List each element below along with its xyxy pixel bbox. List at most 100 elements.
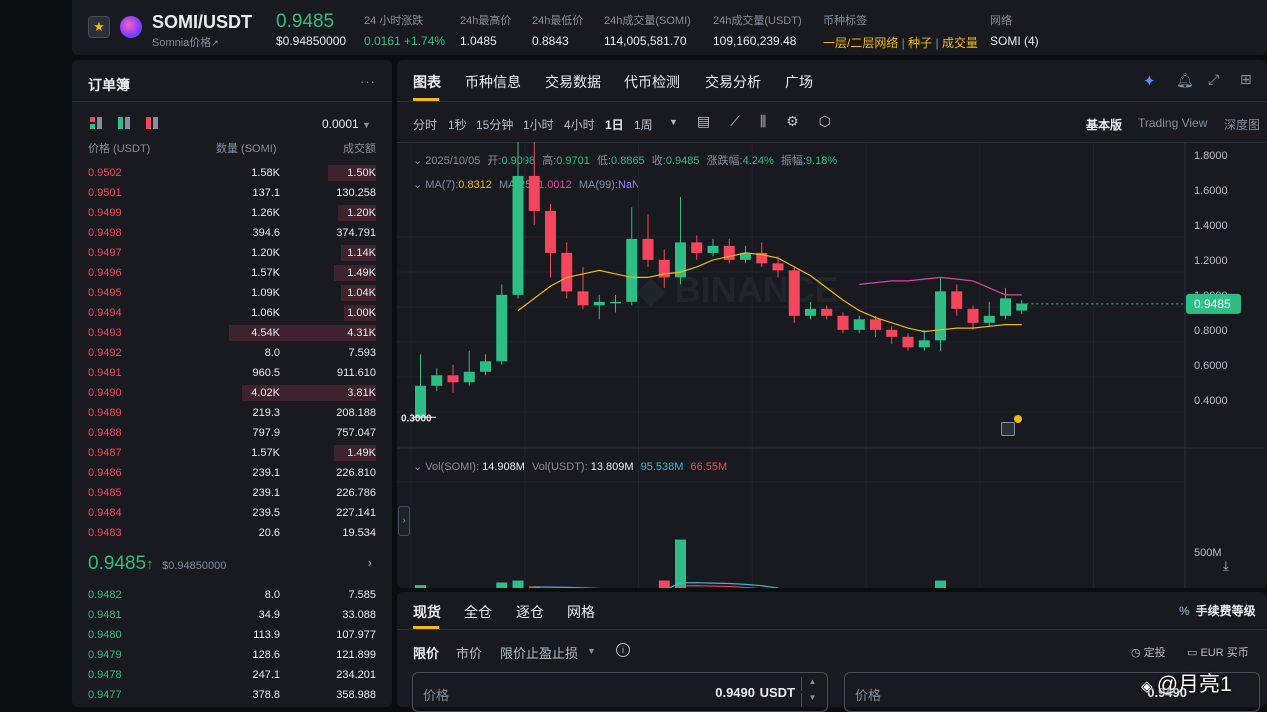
ask-row[interactable]: 0.9496 1.57K 1.49K	[72, 263, 392, 283]
collapse-panel-icon[interactable]: ›	[398, 506, 410, 536]
trade-tab[interactable]: 全仓	[464, 602, 492, 622]
ask-row[interactable]: 0.9490 4.02K 3.81K	[72, 383, 392, 403]
bid-row[interactable]: 0.9481 34.9 33.088	[72, 605, 392, 625]
view-basic[interactable]: 基本版	[1086, 116, 1122, 133]
alert-bell-icon[interactable]: 🔔︎	[1176, 72, 1194, 89]
layout-grid-icon[interactable]: ⊞	[1240, 71, 1252, 88]
timeframe-option[interactable]: 1日	[605, 116, 624, 133]
ask-row[interactable]: 0.9501 137.1 130.258	[72, 183, 392, 203]
ask-row[interactable]: 0.9491 960.5 911.610	[72, 363, 392, 383]
view-tradingview[interactable]: Trading View	[1138, 116, 1207, 130]
view-asks-icon[interactable]	[146, 117, 158, 129]
bid-row[interactable]: 0.9480 113.9 107.977	[72, 625, 392, 645]
candle-type-icon[interactable]: ⫼	[760, 113, 766, 129]
timeframe-option[interactable]: 15分钟	[476, 116, 513, 133]
order-type-option[interactable]: 限价止盈止损	[500, 643, 578, 662]
ask-row[interactable]: 0.9484 239.5 227.141	[72, 503, 392, 523]
trade-tabs-divider	[397, 629, 1267, 630]
ask-row[interactable]: 0.9492 8.0 7.593	[72, 343, 392, 363]
line-chart-icon[interactable]: ⟋	[730, 113, 740, 129]
view-both-icon[interactable]	[90, 117, 102, 129]
precision-select[interactable]: 0.0001 ▼	[322, 117, 371, 131]
view-bids-icon[interactable]	[118, 117, 130, 129]
chart-tab[interactable]: 图表	[413, 72, 441, 92]
ask-row[interactable]: 0.9495 1.09K 1.04K	[72, 283, 392, 303]
timeframe-option[interactable]: 1小时	[523, 116, 554, 133]
chart-tab[interactable]: 交易分析	[705, 72, 761, 92]
ask-price: 0.9491	[88, 367, 122, 379]
indicator-icon[interactable]: ⚙	[786, 113, 799, 129]
timeframe-more-icon[interactable]: ▼	[669, 117, 678, 127]
ask-row[interactable]: 0.9489 219.3 208.188	[72, 403, 392, 423]
chart-tab[interactable]: 币种信息	[465, 72, 521, 92]
candle-body	[821, 308, 833, 316]
tag-seed[interactable]: 种子	[908, 36, 932, 50]
ob-last-price[interactable]: 0.9485↑ $0.94850000 ›	[88, 553, 376, 577]
ai-sparkle-icon[interactable]: ✦	[1143, 72, 1156, 90]
ask-row[interactable]: 0.9493 4.54K 4.31K	[72, 323, 392, 343]
view-depth[interactable]: 深度图	[1224, 116, 1260, 133]
timeframe-option[interactable]: 1周	[634, 116, 653, 133]
ask-price: 0.9494	[88, 307, 122, 319]
bid-row[interactable]: 0.9478 247.1 234.201	[72, 665, 392, 685]
fee-level[interactable]: % 手续费等级	[1179, 602, 1256, 619]
fullscreen-icon[interactable]: ⤢	[1208, 71, 1219, 88]
ask-row[interactable]: 0.9502 1.58K 1.50K	[72, 163, 392, 183]
ask-row[interactable]: 0.9498 394.6 374.791	[72, 223, 392, 243]
timeframe-option[interactable]: 分时	[413, 116, 437, 133]
ask-qty: 1.20K	[251, 247, 280, 259]
candle-body	[447, 375, 459, 383]
ask-row[interactable]: 0.9488 797.9 757.047	[72, 423, 392, 443]
fixed-invest-link[interactable]: ◷ 定投	[1131, 644, 1166, 660]
ask-row[interactable]: 0.9494 1.06K 1.00K	[72, 303, 392, 323]
bid-row[interactable]: 0.9482 8.0 7.585	[72, 585, 392, 605]
scale-reset-icon[interactable]: ⤓	[1223, 558, 1229, 574]
bid-row[interactable]: 0.9479 128.6 121.899	[72, 645, 392, 665]
stat-vol-somi-label: 24h成交量(SOMI)	[604, 15, 691, 27]
settings-hex-icon[interactable]: ⬡	[819, 113, 831, 129]
ask-row[interactable]: 0.9486 239.1 226.810	[72, 463, 392, 483]
trade-tab[interactable]: 现货	[413, 602, 441, 622]
ask-row[interactable]: 0.9487 1.57K 1.49K	[72, 443, 392, 463]
order-type-option[interactable]: 市价	[456, 643, 482, 662]
y-tick-label: 1.6000	[1194, 185, 1228, 197]
chart-tab[interactable]: 交易数据	[545, 72, 601, 92]
candlestick-chart[interactable]: ◆ BINANCE1.80001.60001.40001.20001.00000…	[397, 142, 1267, 588]
pair-subname[interactable]: Somnia价格↗	[152, 34, 219, 50]
timeframe-option[interactable]: 4小时	[564, 116, 595, 133]
chart-tab[interactable]: 广场	[785, 72, 813, 92]
min-price-label: 0.3000	[401, 413, 432, 424]
ask-amount: 1.14K	[347, 247, 376, 259]
col-qty-header: 数量 (SOMI)	[216, 143, 277, 155]
candle-body	[918, 340, 930, 348]
calendar-icon[interactable]: ▤	[697, 113, 710, 129]
bid-qty: 8.0	[264, 589, 280, 601]
more-options-icon[interactable]: ···	[360, 74, 376, 89]
bid-row[interactable]: 0.9477 378.8 358.988	[72, 685, 392, 705]
network-value[interactable]: SOMI (4)	[990, 34, 1039, 48]
ask-qty: 1.06K	[251, 307, 280, 319]
order-type-chevron-icon[interactable]: ▼	[587, 646, 596, 656]
news-icon[interactable]	[1001, 422, 1015, 436]
ask-row[interactable]: 0.9485 239.1 226.786	[72, 483, 392, 503]
ask-row[interactable]: 0.9497 1.20K 1.14K	[72, 243, 392, 263]
stepper-up-icon[interactable]: ▲	[801, 677, 823, 691]
trade-tab[interactable]: 逐仓	[516, 602, 544, 622]
order-type-option[interactable]: 限价	[413, 643, 439, 662]
ask-price: 0.9499	[88, 207, 122, 219]
ask-row[interactable]: 0.9483 20.6 19.534	[72, 523, 392, 543]
timeframe-option[interactable]: 1秒	[448, 116, 467, 133]
candle-body	[528, 175, 540, 211]
ask-row[interactable]: 0.9499 1.26K 1.20K	[72, 203, 392, 223]
chart-tab[interactable]: 代币检测	[624, 72, 680, 92]
stepper-down-icon[interactable]: ▼	[801, 693, 823, 707]
buy-price-input[interactable]: 价格 0.9490 USDT ▲ ▼	[412, 672, 828, 712]
tag-volume[interactable]: 成交量	[942, 36, 978, 50]
trade-tab[interactable]: 网格	[567, 602, 595, 622]
eur-buy-link[interactable]: ▭ EUR 买币	[1187, 644, 1249, 660]
tag-layer[interactable]: 一层/二层网络	[823, 36, 898, 50]
info-icon[interactable]: i	[616, 643, 630, 657]
pair-name[interactable]: SOMI/USDT	[152, 12, 252, 33]
favorite-star-icon[interactable]: ★	[88, 16, 110, 38]
percent-icon: %	[1179, 604, 1190, 618]
